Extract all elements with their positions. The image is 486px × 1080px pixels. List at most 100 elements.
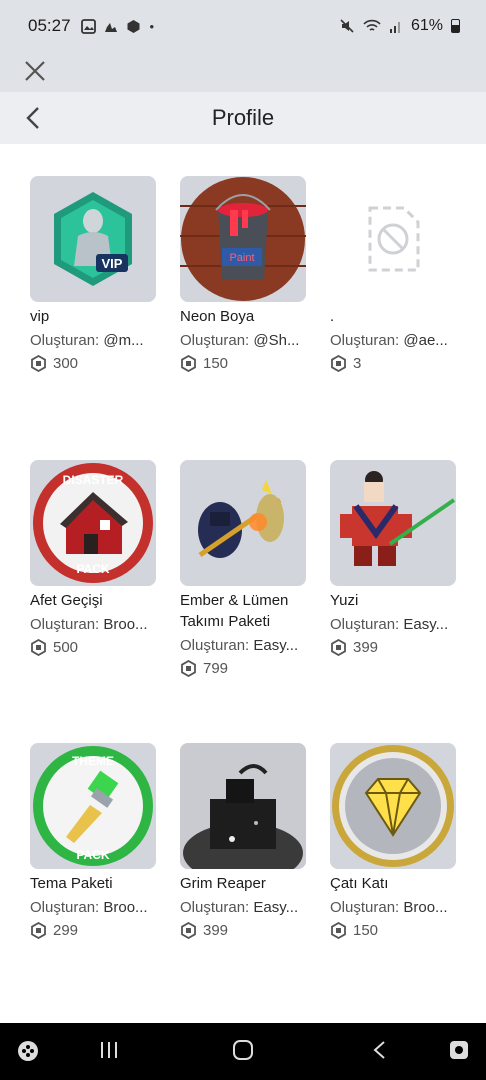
item-thumbnail: Paint (180, 176, 306, 302)
item-name: . (330, 308, 335, 325)
creator-label: Oluşturan: (330, 899, 400, 916)
creator-handle: @Sh... (253, 332, 300, 349)
item-price: 299 (30, 922, 158, 939)
recent-apps-icon[interactable] (98, 1039, 120, 1061)
gallery-icon (80, 18, 96, 34)
more-notifications-dot: • (149, 18, 155, 34)
item-creator: Oluşturan: Easy... (180, 636, 308, 656)
creator-label: Oluşturan: (30, 332, 100, 349)
vip-badge-image: VIP (54, 192, 132, 286)
item-name: Neon Boya (180, 308, 255, 325)
creator-handle: Easy... (403, 616, 449, 633)
item-name: Afet Geçişi (30, 592, 103, 609)
item-card[interactable]: VIP vip Oluşturan: @m... 300 (30, 176, 158, 372)
status-time: 05:27 (28, 16, 71, 35)
item-card[interactable]: Çatı Katı Oluşturan: Broo... 150 (330, 743, 458, 939)
item-creator: Oluşturan: Broo... (30, 615, 158, 635)
item-name: Ember & Lümen Takımı Paketi (180, 592, 289, 630)
back-icon[interactable] (370, 1039, 390, 1061)
robux-icon (331, 922, 346, 939)
item-creator: Oluşturan: Easy... (180, 898, 308, 918)
creator-handle: @ae... (403, 332, 448, 349)
item-thumbnail (330, 743, 456, 869)
creator-label: Oluşturan: (330, 616, 400, 633)
robux-icon (181, 922, 196, 939)
price-value: 150 (353, 922, 379, 939)
price-value: 399 (203, 922, 229, 939)
creator-handle: Broo... (403, 899, 448, 916)
yuzi-image (340, 471, 456, 566)
creator-label: Oluşturan: (330, 332, 400, 349)
home-icon[interactable] (232, 1039, 254, 1061)
creator-handle: @m... (103, 332, 144, 349)
item-card[interactable]: THEME PACK Tema Paketi Oluşturan: Broo..… (30, 743, 158, 939)
item-creator: Oluşturan: @m... (30, 331, 158, 351)
item-name: Yuzi (330, 592, 359, 609)
accessibility-icon[interactable] (448, 1039, 470, 1061)
item-thumbnail: THEME PACK (30, 743, 156, 869)
back-arrow-icon[interactable] (22, 104, 46, 132)
item-thumbnail (180, 743, 306, 869)
creator-label: Oluşturan: (180, 332, 250, 349)
item-creator: Oluşturan: @ae... (330, 331, 458, 351)
system-navigation-bar (0, 1023, 486, 1080)
robux-icon (181, 660, 196, 677)
status-bar: 05:27 • 61% (0, 0, 486, 52)
creator-handle: Easy... (253, 637, 299, 654)
roblox-icon (127, 19, 140, 33)
item-name: Çatı Katı (330, 875, 389, 892)
game-launcher-icon[interactable] (16, 1039, 40, 1063)
creator-label: Oluşturan: (30, 899, 100, 916)
item-card[interactable]: Paint Neon Boya Oluşturan: @Sh... 150 (180, 176, 308, 372)
item-thumbnail (330, 460, 456, 586)
header-bar: Profile (0, 92, 486, 144)
item-price: 799 (180, 660, 308, 677)
theme-pack-image: THEME PACK (33, 746, 153, 866)
neon-paint-image: Paint (180, 177, 306, 301)
creator-handle: Broo... (103, 899, 148, 916)
item-card[interactable]: Ember & Lümen Takımı Paketi Oluşturan: E… (180, 460, 308, 677)
item-thumbnail (330, 176, 456, 302)
item-price: 3 (330, 355, 458, 372)
item-card[interactable]: Yuzi Oluşturan: Easy... 399 (330, 460, 458, 656)
robux-icon (31, 639, 46, 656)
close-bar (0, 52, 486, 92)
item-creator: Oluşturan: Easy... (330, 615, 458, 635)
item-card[interactable]: . Oluşturan: @ae... 3 (330, 176, 458, 372)
creator-label: Oluşturan: (180, 637, 250, 654)
vip-badge-text: VIP (102, 256, 123, 271)
creator-handle: Broo... (103, 616, 148, 633)
price-value: 500 (53, 639, 79, 656)
page-title: Profile (211, 105, 275, 130)
battery-icon (451, 19, 460, 33)
close-icon[interactable] (22, 58, 48, 84)
item-creator: Oluşturan: @Sh... (180, 331, 308, 351)
price-value: 299 (53, 922, 79, 939)
item-card[interactable]: DISASTER PACK Afet Geçişi Oluşturan: Bro… (30, 460, 158, 656)
robux-icon (31, 355, 46, 372)
price-value: 300 (53, 355, 79, 372)
price-value: 399 (353, 639, 379, 656)
paint-label-text: Paint (229, 252, 254, 264)
item-price: 399 (330, 639, 458, 656)
robux-icon (181, 355, 196, 372)
price-value: 150 (203, 355, 229, 372)
item-thumbnail: DISASTER PACK (30, 460, 156, 586)
robux-icon (331, 355, 346, 372)
item-price: 150 (330, 922, 458, 939)
theme-bottom-text: PACK (76, 848, 109, 862)
unavailable-image-icon (368, 206, 420, 272)
mute-icon (340, 19, 354, 33)
price-value: 3 (353, 355, 362, 372)
item-name: Grim Reaper (180, 875, 266, 892)
diamond-emblem-image (332, 745, 454, 867)
disaster-top-text: DISASTER (63, 473, 124, 487)
price-value: 799 (203, 660, 229, 677)
item-name: vip (30, 308, 50, 325)
notification-icons: • (80, 18, 155, 34)
item-card[interactable]: Grim Reaper Oluşturan: Easy... 399 (180, 743, 308, 939)
wifi-icon (363, 19, 381, 31)
item-thumbnail: VIP (30, 176, 156, 302)
item-price: 300 (30, 355, 158, 372)
disaster-pack-image: DISASTER PACK (33, 463, 153, 583)
